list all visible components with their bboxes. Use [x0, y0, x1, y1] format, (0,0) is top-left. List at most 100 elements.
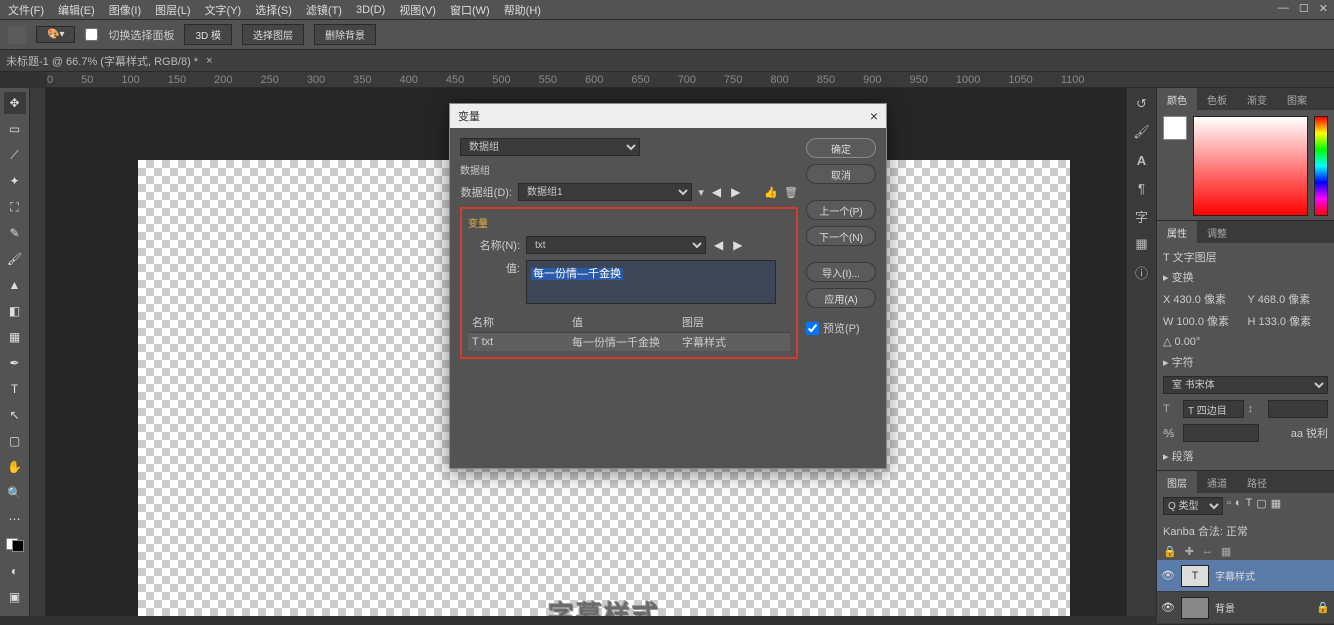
- cancel-button[interactable]: 取消: [806, 164, 876, 184]
- para-panel-icon[interactable]: ¶: [1132, 178, 1152, 198]
- tab-swatches[interactable]: 色板: [1197, 88, 1237, 110]
- visibility-icon[interactable]: 👁: [1161, 569, 1175, 582]
- tab-pattern[interactable]: 图案: [1277, 88, 1317, 110]
- mask-mode-icon[interactable]: ◐: [4, 560, 26, 582]
- tab-channels[interactable]: 通道: [1197, 471, 1237, 493]
- next-var-icon[interactable]: ▶: [731, 238, 744, 252]
- kerning-input[interactable]: [1183, 424, 1259, 442]
- menu-layer[interactable]: 图层(L): [155, 2, 190, 18]
- menu-file[interactable]: 文件(F): [8, 2, 44, 18]
- tool-preset-icon[interactable]: 🎨▾: [36, 26, 75, 43]
- tab-color[interactable]: 颜色: [1157, 88, 1197, 110]
- para-title[interactable]: ▸ 段落: [1163, 448, 1328, 464]
- dataset-menu-icon[interactable]: ▾: [698, 186, 704, 199]
- menu-window[interactable]: 窗口(W): [450, 2, 490, 18]
- move-tool-icon[interactable]: ✥: [4, 92, 26, 114]
- path-tool-icon[interactable]: ↖: [4, 404, 26, 426]
- marquee-tool-icon[interactable]: ▭: [4, 118, 26, 140]
- menu-select[interactable]: 选择(S): [255, 2, 292, 18]
- opt-checkbox[interactable]: [85, 28, 98, 41]
- home-icon[interactable]: [8, 26, 26, 44]
- info-icon[interactable]: ⓘ: [1132, 262, 1152, 282]
- prev-button[interactable]: 上一个(P): [806, 200, 876, 220]
- prev-var-icon[interactable]: ◀: [712, 238, 725, 252]
- wand-tool-icon[interactable]: ✦: [4, 170, 26, 192]
- preview-checkbox[interactable]: [806, 322, 819, 335]
- ok-button[interactable]: 确定: [806, 138, 876, 158]
- apply-button[interactable]: 应用(A): [806, 288, 876, 308]
- char-panel-icon[interactable]: A: [1132, 150, 1152, 170]
- color-swatch-icon[interactable]: [1163, 116, 1187, 140]
- fg-bg-swatch-icon[interactable]: [6, 538, 24, 552]
- opt-btn-removebg[interactable]: 删除背景: [314, 24, 376, 45]
- next-dataset-icon[interactable]: ▶: [729, 185, 742, 199]
- lock-pos-icon[interactable]: ↔: [1202, 545, 1213, 558]
- blend-mode[interactable]: Kanba 合法: 正常: [1163, 523, 1248, 539]
- menu-edit[interactable]: 编辑(E): [58, 2, 95, 18]
- layer-row[interactable]: 👁 背景 🔒: [1157, 592, 1334, 624]
- doc-tab[interactable]: 未标题-1 @ 66.7% (字幕样式, RGB/8) *×: [0, 50, 1334, 72]
- font-family[interactable]: 室 书宋体: [1163, 376, 1328, 394]
- char-section-title[interactable]: ▸ 字符: [1163, 354, 1328, 370]
- lasso-tool-icon[interactable]: ⟋: [4, 144, 26, 166]
- leading-input[interactable]: [1268, 400, 1329, 418]
- tab-adjust[interactable]: 调整: [1197, 221, 1237, 243]
- filter-txt-icon[interactable]: T: [1246, 497, 1253, 515]
- edit-toolbar-icon[interactable]: ⋯: [4, 508, 26, 530]
- menu-view[interactable]: 视图(V): [399, 2, 436, 18]
- next-button[interactable]: 下一个(N): [806, 226, 876, 246]
- filter-smart-icon[interactable]: ▦: [1271, 497, 1281, 515]
- hand-tool-icon[interactable]: ✋: [4, 456, 26, 478]
- props-transform-title[interactable]: ▸ 变换: [1163, 269, 1328, 285]
- dataset-select[interactable]: 数据组1: [518, 183, 692, 201]
- eyedropper-tool-icon[interactable]: ✎: [4, 222, 26, 244]
- swatches-icon[interactable]: ▦: [1132, 234, 1152, 254]
- brush-tool-icon[interactable]: 🖌: [4, 248, 26, 270]
- trash-icon[interactable]: 🗑: [784, 186, 798, 199]
- lock-icon[interactable]: 🔒: [1163, 545, 1177, 558]
- crop-tool-icon[interactable]: ⛶: [4, 196, 26, 218]
- screen-mode-icon[interactable]: ▣: [4, 586, 26, 608]
- filter-adj-icon[interactable]: ◐: [1235, 497, 1242, 515]
- tab-paths[interactable]: 路径: [1237, 471, 1277, 493]
- layer-filter[interactable]: Q 类型: [1163, 497, 1223, 515]
- lock-pix-icon[interactable]: ✚: [1185, 545, 1194, 558]
- menu-image[interactable]: 图像(I): [109, 2, 141, 18]
- history-icon[interactable]: ↺: [1132, 94, 1152, 114]
- dataset-tab-select[interactable]: 数据组: [460, 138, 640, 156]
- thumbs-up-icon[interactable]: 👍: [764, 186, 778, 199]
- menu-filter[interactable]: 滤镜(T): [306, 2, 342, 18]
- window-controls[interactable]: —☐✕: [1278, 2, 1328, 15]
- menu-type[interactable]: 文字(Y): [205, 2, 242, 18]
- hue-slider[interactable]: [1314, 116, 1328, 216]
- zoom-tool-icon[interactable]: 🔍: [4, 482, 26, 504]
- dialog-titlebar[interactable]: 变量 ×: [450, 104, 886, 128]
- tab-layers[interactable]: 图层: [1157, 471, 1197, 493]
- filter-shape-icon[interactable]: ▢: [1256, 497, 1266, 515]
- type-tool-icon[interactable]: T: [4, 378, 26, 400]
- layer-row[interactable]: 👁 T 字幕样式: [1157, 560, 1334, 592]
- filter-img-icon[interactable]: ▫: [1227, 497, 1231, 515]
- menu-help[interactable]: 帮助(H): [504, 2, 541, 18]
- visibility-icon[interactable]: 👁: [1161, 601, 1175, 614]
- pen-tool-icon[interactable]: ✒: [4, 352, 26, 374]
- font-size-input[interactable]: [1183, 400, 1244, 418]
- tab-props[interactable]: 属性: [1157, 221, 1197, 243]
- varname-select[interactable]: txt: [526, 236, 706, 254]
- prev-dataset-icon[interactable]: ◀: [710, 185, 723, 199]
- table-row[interactable]: T txt 每一份情一千金换 字幕样式: [468, 333, 790, 351]
- close-icon[interactable]: ×: [870, 108, 878, 124]
- shape-tool-icon[interactable]: ▢: [4, 430, 26, 452]
- opt-btn-3d[interactable]: 3D 模: [184, 24, 232, 45]
- color-field[interactable]: [1193, 116, 1308, 216]
- brush-panel-icon[interactable]: 🖌: [1132, 122, 1152, 142]
- import-button[interactable]: 导入(I)...: [806, 262, 876, 282]
- gradient-tool-icon[interactable]: ▦: [4, 326, 26, 348]
- stamp-tool-icon[interactable]: ▲: [4, 274, 26, 296]
- tab-gradient[interactable]: 渐变: [1237, 88, 1277, 110]
- opt-btn-selectlayer[interactable]: 选择图层: [242, 24, 304, 45]
- eraser-tool-icon[interactable]: ◧: [4, 300, 26, 322]
- value-textarea[interactable]: 每一份情—千金换: [526, 260, 776, 304]
- glyph-panel-icon[interactable]: 字: [1132, 206, 1152, 226]
- aa-select[interactable]: aa 锐利: [1263, 425, 1329, 441]
